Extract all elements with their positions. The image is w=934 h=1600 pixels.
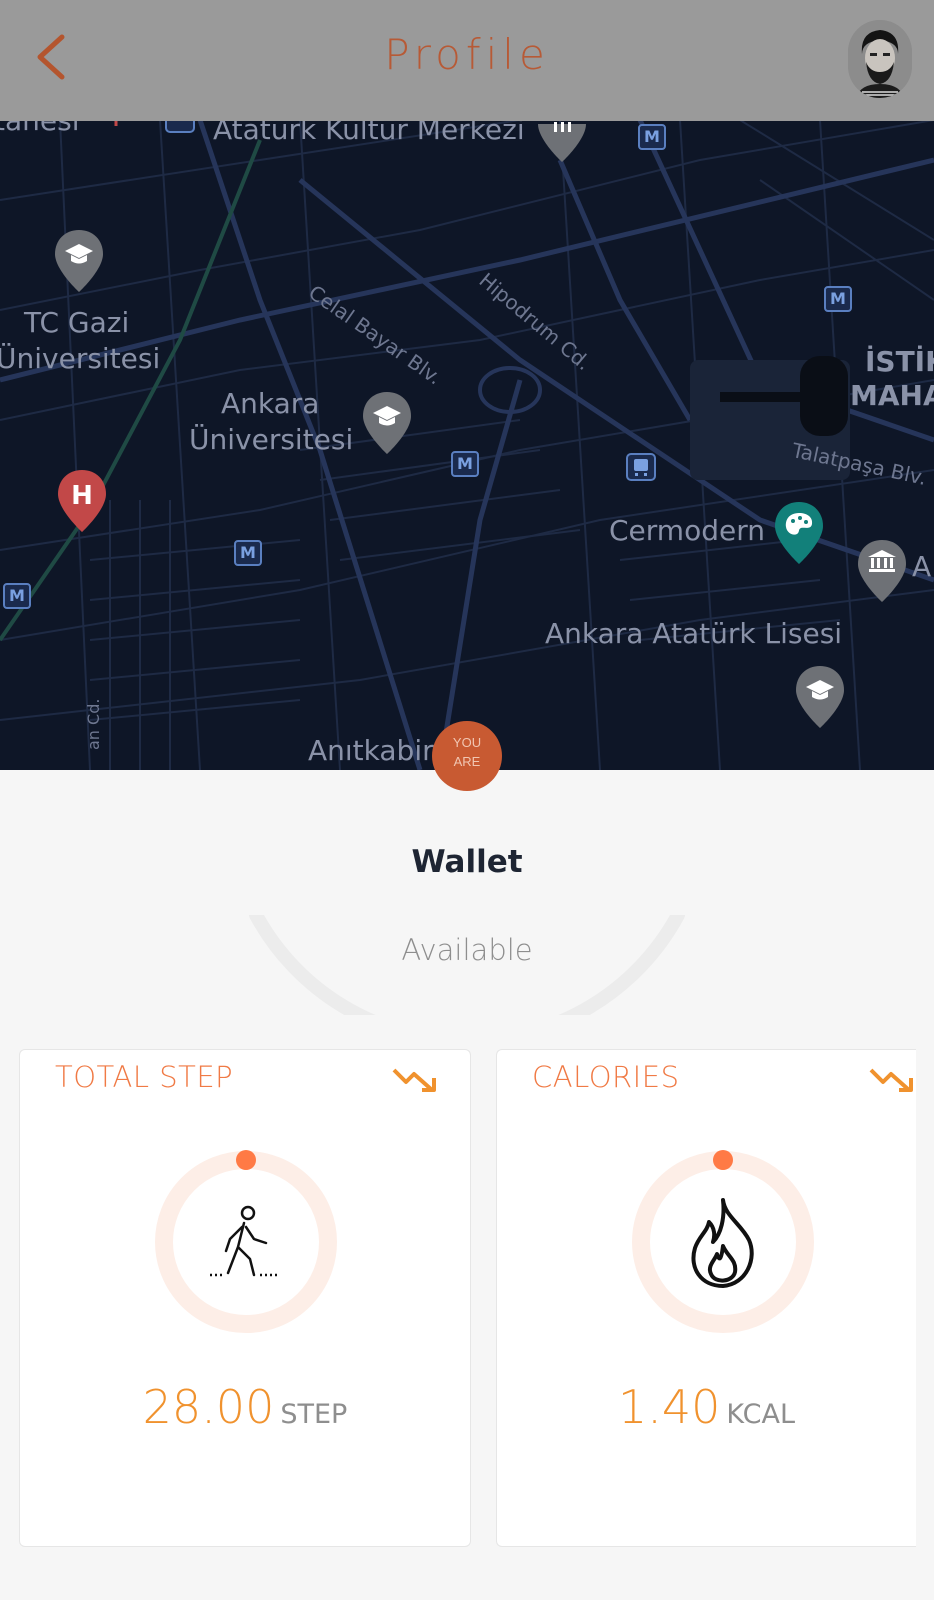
you-are-here-marker[interactable]: YOU ARE: [432, 721, 502, 791]
wallet-title: Wallet: [411, 844, 523, 880]
metro-icon[interactable]: M: [451, 451, 479, 477]
map-label-anitkabir: Anıtkabir: [308, 734, 434, 767]
you-are-text-line-1: YOU: [452, 735, 482, 750]
map-label-tc-gazi-uni: Üniversitesi: [0, 342, 161, 375]
map-label-maha: MAHA: [850, 379, 934, 412]
user-avatar-image: [848, 20, 912, 98]
metro-icon[interactable]: M: [638, 124, 666, 150]
map-label-ankara-uni: Üniversitesi: [189, 423, 354, 456]
walking-person-icon: [210, 1205, 278, 1277]
metro-icon[interactable]: M: [3, 583, 31, 609]
calories-card[interactable]: CALORIES 1.40 KCAL: [496, 1049, 916, 1547]
university-pin-icon[interactable]: [361, 390, 413, 456]
svg-text:H: H: [71, 481, 93, 511]
available-label: Available: [401, 933, 533, 967]
university-pin-icon[interactable]: [53, 228, 105, 294]
map-view[interactable]: tanesi Atatürk Kültür Merkezi TC Gazi Ün…: [0, 120, 934, 770]
map-label-ankara: Ankara: [221, 387, 320, 420]
map-label-tc-gazi: TC Gazi: [24, 306, 130, 339]
avatar[interactable]: [848, 20, 912, 98]
calories-unit: KCAL: [726, 1399, 796, 1430]
app-header: Profile: [0, 0, 934, 121]
art-gallery-pin-icon[interactable]: [773, 500, 825, 566]
hospital-pin-icon[interactable]: H: [56, 468, 108, 534]
steps-unit: STEP: [280, 1399, 348, 1430]
map-label-ataturk-lisesi: Ankara Atatürk Lisesi: [545, 617, 843, 650]
map-label-cermodern: Cermodern: [609, 514, 765, 547]
calories-title: CALORIES: [532, 1060, 680, 1094]
red-pin-icon[interactable]: [109, 120, 123, 128]
museum-pin-icon[interactable]: [856, 538, 908, 604]
calories-value-line: 1.40 KCAL: [497, 1380, 916, 1434]
bus-stop-icon[interactable]: [164, 120, 196, 134]
map-label-partial-right: A: [912, 550, 932, 583]
you-are-text-line-2: ARE: [453, 754, 481, 769]
steps-value: 28.00: [142, 1380, 275, 1434]
trend-down-icon[interactable]: [869, 1066, 915, 1094]
page-title: Profile: [384, 30, 550, 79]
map-label-ataturk-kultur: Atatürk Kültür Merkezi: [213, 120, 525, 146]
university-pin-icon[interactable]: [794, 664, 846, 730]
museum-pin-icon[interactable]: [536, 120, 588, 164]
total-step-card[interactable]: TOTAL STEP 28.00 STEP: [19, 1049, 471, 1547]
trend-down-icon[interactable]: [392, 1066, 438, 1094]
steps-value-line: 28.00 STEP: [20, 1380, 470, 1434]
total-step-title: TOTAL STEP: [55, 1060, 234, 1094]
tram-icon[interactable]: [625, 452, 657, 482]
map-label-istik: İSTİK: [865, 345, 934, 378]
flame-icon: [691, 1198, 754, 1288]
road-label-side: an Cd.: [84, 698, 103, 750]
calories-value: 1.40: [617, 1380, 721, 1434]
metro-icon[interactable]: M: [234, 540, 262, 566]
metro-icon[interactable]: M: [824, 286, 852, 312]
map-label-partial-top: tanesi: [0, 120, 80, 137]
